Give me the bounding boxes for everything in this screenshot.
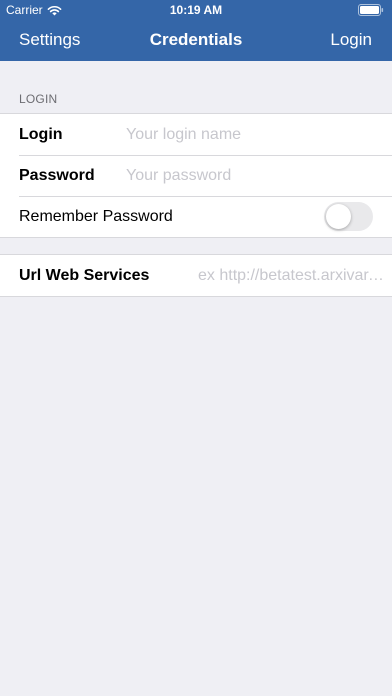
remember-password-label: Remember Password — [19, 207, 173, 225]
header: Carrier 10:19 AM Settings Credentials Lo… — [0, 0, 392, 61]
status-time: 10:19 AM — [169, 3, 223, 17]
login-row: Login — [0, 114, 392, 155]
remember-password-row: Remember Password — [0, 196, 392, 237]
status-bar: Carrier 10:19 AM — [0, 0, 392, 20]
login-label: Login — [19, 125, 63, 143]
password-row: Password — [0, 155, 392, 196]
password-label: Password — [19, 166, 95, 184]
url-group: Url Web Services — [0, 254, 392, 297]
navigation-bar: Settings Credentials Login — [0, 20, 392, 61]
remember-password-toggle[interactable] — [324, 202, 373, 231]
battery-icon — [358, 4, 384, 16]
login-group: Login Password Remember Password — [0, 113, 392, 238]
toggle-knob — [326, 204, 351, 229]
url-web-services-label: Url Web Services — [19, 266, 150, 284]
password-input[interactable] — [126, 155, 376, 196]
login-section-header: LOGIN — [19, 92, 58, 106]
url-row: Url Web Services — [0, 255, 392, 296]
login-input[interactable] — [126, 114, 376, 155]
login-button[interactable]: Login — [330, 30, 372, 50]
url-web-services-input[interactable] — [198, 255, 386, 296]
